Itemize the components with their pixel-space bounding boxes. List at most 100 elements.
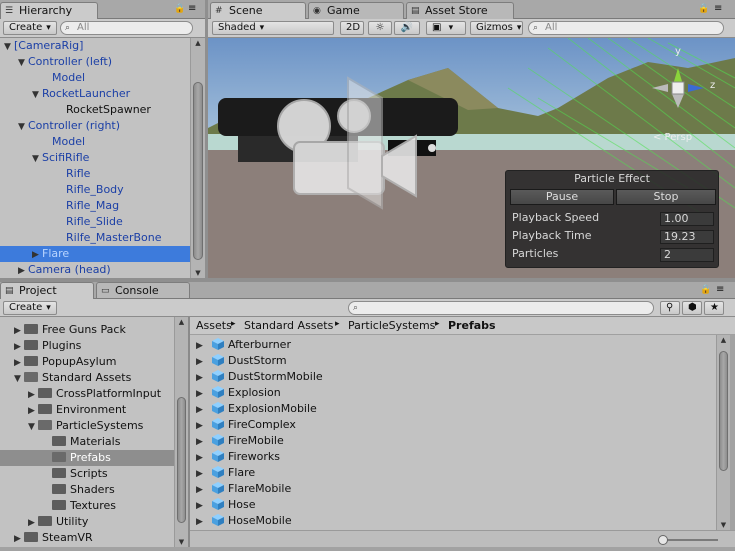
lighting-toggle-button[interactable]: ☼	[368, 21, 392, 35]
hierarchy-row[interactable]: Rifle_Slide	[0, 214, 190, 230]
hierarchy-search-input[interactable]: ⌕ All	[60, 21, 193, 35]
list-item[interactable]: ▶ FlareMobile	[196, 480, 291, 496]
expanded-triangle-icon[interactable]: ▼	[18, 55, 28, 71]
folder-row[interactable]: ▼ Standard Assets	[0, 370, 174, 386]
expanded-triangle-icon[interactable]: ▼	[14, 371, 24, 387]
tab-scene[interactable]: # Scene	[210, 2, 306, 20]
hierarchy-row[interactable]: Rilfe_MasterBone	[0, 230, 190, 246]
breadcrumb-item[interactable]: ParticleSystems	[348, 319, 435, 332]
folder-row[interactable]: Materials	[0, 434, 174, 450]
project-tree-scrollbar[interactable]: ▲ ▼	[174, 317, 188, 547]
collapsed-triangle-icon[interactable]: ▶	[32, 247, 42, 263]
tab-console[interactable]: ▭ Console	[96, 282, 190, 298]
list-item[interactable]: ▶ Flare	[196, 464, 255, 480]
project-search-input[interactable]: ⌕	[348, 301, 654, 315]
list-item[interactable]: ▶ Hose	[196, 496, 256, 512]
folder-row[interactable]: ▶ SteamVR	[0, 530, 174, 546]
list-item[interactable]: ▶ HoseMobile	[196, 512, 292, 528]
expanded-triangle-icon[interactable]: ▼	[18, 119, 28, 135]
scroll-thumb[interactable]	[177, 397, 186, 523]
hierarchy-row[interactable]: RocketSpawner	[0, 102, 190, 118]
folder-row[interactable]: ▶ PopupAsylum	[0, 354, 174, 370]
gizmos-dropdown[interactable]: Gizmos	[470, 21, 523, 35]
scene-viewport[interactable]: y z < Persp Particle Effect Pause Stop P…	[208, 38, 735, 278]
scroll-up-arrow-icon[interactable]: ▲	[175, 317, 188, 327]
hierarchy-row[interactable]: ▼ Controller (left)	[0, 54, 190, 70]
search-by-label-button[interactable]: ⬢	[682, 301, 702, 315]
list-item[interactable]: ▶ FireMobile	[196, 432, 284, 448]
icon-size-slider-knob[interactable]	[658, 535, 668, 545]
tab-project[interactable]: ▤ Project	[0, 282, 94, 299]
breadcrumb-item[interactable]: Assets	[196, 319, 232, 332]
panel-menu-icon[interactable]: ≡	[714, 3, 722, 14]
scroll-up-arrow-icon[interactable]: ▲	[717, 335, 730, 345]
expanded-triangle-icon[interactable]: ▼	[28, 419, 38, 435]
hierarchy-row[interactable]: Rifle_Mag	[0, 198, 190, 214]
hierarchy-row[interactable]: ▼ RocketLauncher	[0, 86, 190, 102]
lock-icon[interactable]: 🔒	[698, 4, 709, 14]
collapsed-triangle-icon[interactable]: ▶	[14, 323, 24, 339]
pause-button[interactable]: Pause	[510, 189, 614, 205]
collapsed-triangle-icon[interactable]: ▶	[18, 263, 28, 279]
list-item[interactable]: ▶ FireComplex	[196, 416, 296, 432]
list-item[interactable]: ▶ Afterburner	[196, 336, 291, 352]
shading-mode-dropdown[interactable]: Shaded	[212, 21, 334, 35]
2d-toggle-button[interactable]: 2D	[340, 21, 364, 35]
collapsed-triangle-icon[interactable]: ▶	[28, 515, 38, 531]
hierarchy-row[interactable]: Rifle	[0, 166, 190, 182]
collapsed-triangle-icon[interactable]: ▶	[28, 387, 38, 403]
collapsed-triangle-icon[interactable]: ▶	[28, 403, 38, 419]
folder-row[interactable]: ▶ CrossPlatformInput	[0, 386, 174, 402]
panel-menu-icon[interactable]: ≡	[716, 284, 724, 295]
effects-dropdown[interactable]: ▣	[426, 21, 466, 35]
playback-time-field[interactable]: 19.23	[660, 230, 714, 244]
asset-list-scrollbar[interactable]: ▲ ▼	[716, 335, 730, 530]
folder-row[interactable]: ▶ Utility	[0, 514, 174, 530]
folder-row[interactable]: ▶ Plugins	[0, 338, 174, 354]
lock-icon[interactable]: 🔒	[700, 285, 711, 295]
hierarchy-create-button[interactable]: Create	[3, 21, 57, 35]
expanded-triangle-icon[interactable]: ▼	[32, 87, 42, 103]
collapsed-triangle-icon[interactable]: ▶	[196, 514, 206, 530]
folder-row[interactable]: ▶ Environment	[0, 402, 174, 418]
list-item[interactable]: ▶ ExplosionMobile	[196, 400, 317, 416]
panel-menu-icon[interactable]: ≡	[188, 3, 196, 14]
breadcrumb-item[interactable]: Prefabs	[448, 319, 496, 332]
tab-game[interactable]: ◉ Game	[308, 2, 404, 19]
folder-row[interactable]: Scripts	[0, 466, 174, 482]
icon-size-slider[interactable]	[658, 535, 718, 545]
hierarchy-row[interactable]: ▼ Controller (right)	[0, 118, 190, 134]
persp-label[interactable]: < Persp	[653, 132, 692, 143]
lock-icon[interactable]: 🔒	[174, 4, 185, 14]
search-by-type-button[interactable]: ⚲	[660, 301, 680, 315]
tab-hierarchy[interactable]: ☰ Hierarchy	[0, 2, 98, 20]
tab-asset-store[interactable]: ▤ Asset Store	[406, 2, 514, 19]
audio-toggle-button[interactable]: 🔊	[394, 21, 420, 35]
folder-row[interactable]: Prefabs	[0, 450, 174, 466]
scroll-down-arrow-icon[interactable]: ▼	[191, 268, 205, 278]
scroll-down-arrow-icon[interactable]: ▼	[717, 520, 730, 530]
hierarchy-row[interactable]: ▶ Camera (head)	[0, 262, 190, 278]
scene-search-input[interactable]: ⌕ All	[528, 21, 724, 35]
collapsed-triangle-icon[interactable]: ▶	[14, 339, 24, 355]
project-create-button[interactable]: Create	[3, 301, 57, 315]
folder-row[interactable]: Textures	[0, 498, 174, 514]
list-item[interactable]: ▶ DustStorm	[196, 352, 287, 368]
hierarchy-row[interactable]: ▶ Flare	[0, 246, 190, 262]
scroll-thumb[interactable]	[193, 82, 203, 260]
collapsed-triangle-icon[interactable]: ▶	[14, 355, 24, 371]
scroll-thumb[interactable]	[719, 351, 728, 471]
hierarchy-row[interactable]: Rifle_Body	[0, 182, 190, 198]
list-item[interactable]: ▶ DustStormMobile	[196, 368, 323, 384]
folder-row[interactable]: Shaders	[0, 482, 174, 498]
hierarchy-row[interactable]: Model	[0, 70, 190, 86]
breadcrumb-item[interactable]: Standard Assets	[244, 319, 333, 332]
scroll-up-arrow-icon[interactable]: ▲	[191, 38, 205, 48]
hierarchy-scrollbar[interactable]: ▲ ▼	[190, 38, 205, 278]
playback-speed-field[interactable]: 1.00	[660, 212, 714, 226]
expanded-triangle-icon[interactable]: ▼	[32, 151, 42, 167]
folder-row[interactable]: ▶ Free Guns Pack	[0, 322, 174, 338]
scroll-down-arrow-icon[interactable]: ▼	[175, 537, 188, 547]
folder-row[interactable]: ▼ ParticleSystems	[0, 418, 174, 434]
hierarchy-row[interactable]: ▼ ScifiRifle	[0, 150, 190, 166]
